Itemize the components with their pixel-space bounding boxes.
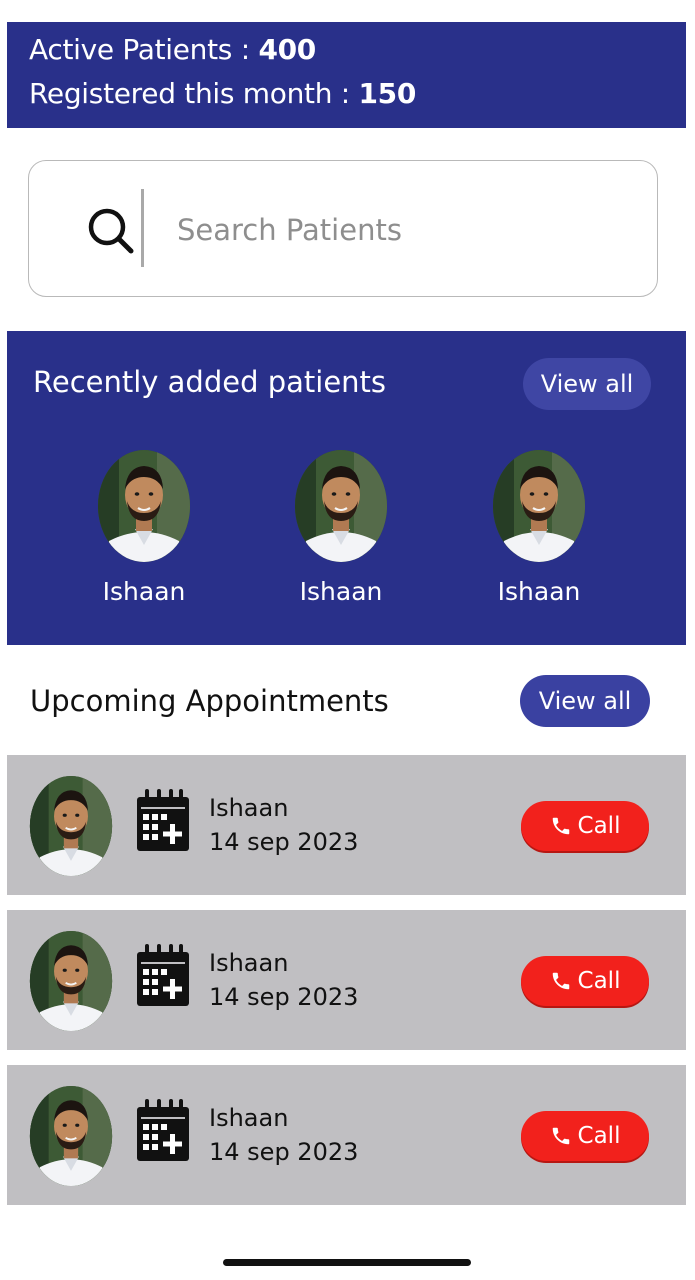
upcoming-appointments-title: Upcoming Appointments: [30, 684, 389, 718]
active-patients-row: Active Patients : 400: [29, 28, 686, 72]
phone-icon: [552, 972, 569, 990]
registered-month-value: 150: [358, 77, 417, 110]
avatar: [29, 775, 113, 877]
search-divider: [141, 189, 144, 267]
avatar: [294, 449, 388, 563]
call-label: Call: [577, 968, 621, 994]
active-patients-value: 400: [258, 33, 316, 66]
appointment-date: 14 sep 2023: [209, 983, 359, 1011]
appointment-date: 14 sep 2023: [209, 828, 359, 856]
call-label: Call: [577, 1123, 621, 1149]
screen: Active Patients : 400 Registered this mo…: [0, 0, 695, 1280]
avatar: [29, 1085, 113, 1187]
calendar-add-icon: [137, 789, 189, 851]
appointment-info: Ishaan 14 sep 2023: [209, 791, 358, 859]
home-indicator: [223, 1259, 471, 1266]
recent-patient-name: Ishaan: [299, 577, 383, 606]
avatar: [97, 449, 191, 563]
avatar: [29, 930, 113, 1032]
appointment-info: Ishaan 14 sep 2023: [209, 946, 358, 1014]
appointment-info: Ishaan 14 sep 2023: [209, 1101, 358, 1169]
recent-patient-card[interactable]: Ishaan: [286, 449, 396, 606]
avatar: [492, 449, 586, 563]
appointment-row[interactable]: Ishaan 14 sep 2023 Call: [7, 910, 686, 1050]
calendar-add-icon: [137, 944, 189, 1006]
recent-patients-panel: Recently added patients View all Ishaan …: [7, 331, 686, 645]
call-button[interactable]: Call: [521, 1111, 649, 1161]
recent-patient-name: Ishaan: [102, 577, 186, 606]
search-icon[interactable]: [85, 205, 139, 259]
phone-icon: [552, 817, 569, 835]
active-patients-label: Active Patients :: [29, 33, 259, 66]
appointment-row[interactable]: Ishaan 14 sep 2023 Call: [7, 755, 686, 895]
calendar-add-icon: [137, 1099, 189, 1161]
stats-banner: Active Patients : 400 Registered this mo…: [7, 22, 686, 128]
recent-patient-card[interactable]: Ishaan: [484, 449, 594, 606]
appointment-patient-name: Ishaan: [209, 1104, 289, 1132]
registered-month-label: Registered this month :: [29, 77, 359, 110]
phone-icon: [552, 1127, 569, 1145]
appointment-date: 14 sep 2023: [209, 1138, 359, 1166]
recent-patient-name: Ishaan: [497, 577, 581, 606]
appointment-patient-name: Ishaan: [209, 794, 289, 822]
recent-patients-title: Recently added patients: [33, 365, 387, 399]
call-label: Call: [577, 813, 621, 839]
call-button[interactable]: Call: [521, 956, 649, 1006]
search-box[interactable]: [28, 160, 658, 297]
recent-view-all-button[interactable]: View all: [523, 358, 651, 410]
search-input[interactable]: [175, 201, 599, 259]
appointment-patient-name: Ishaan: [209, 949, 289, 977]
registered-month-row: Registered this month : 150: [29, 72, 686, 116]
call-button[interactable]: Call: [521, 801, 649, 851]
appointment-row[interactable]: Ishaan 14 sep 2023 Call: [7, 1065, 686, 1205]
upcoming-view-all-button[interactable]: View all: [520, 675, 650, 727]
recent-patient-card[interactable]: Ishaan: [89, 449, 199, 606]
